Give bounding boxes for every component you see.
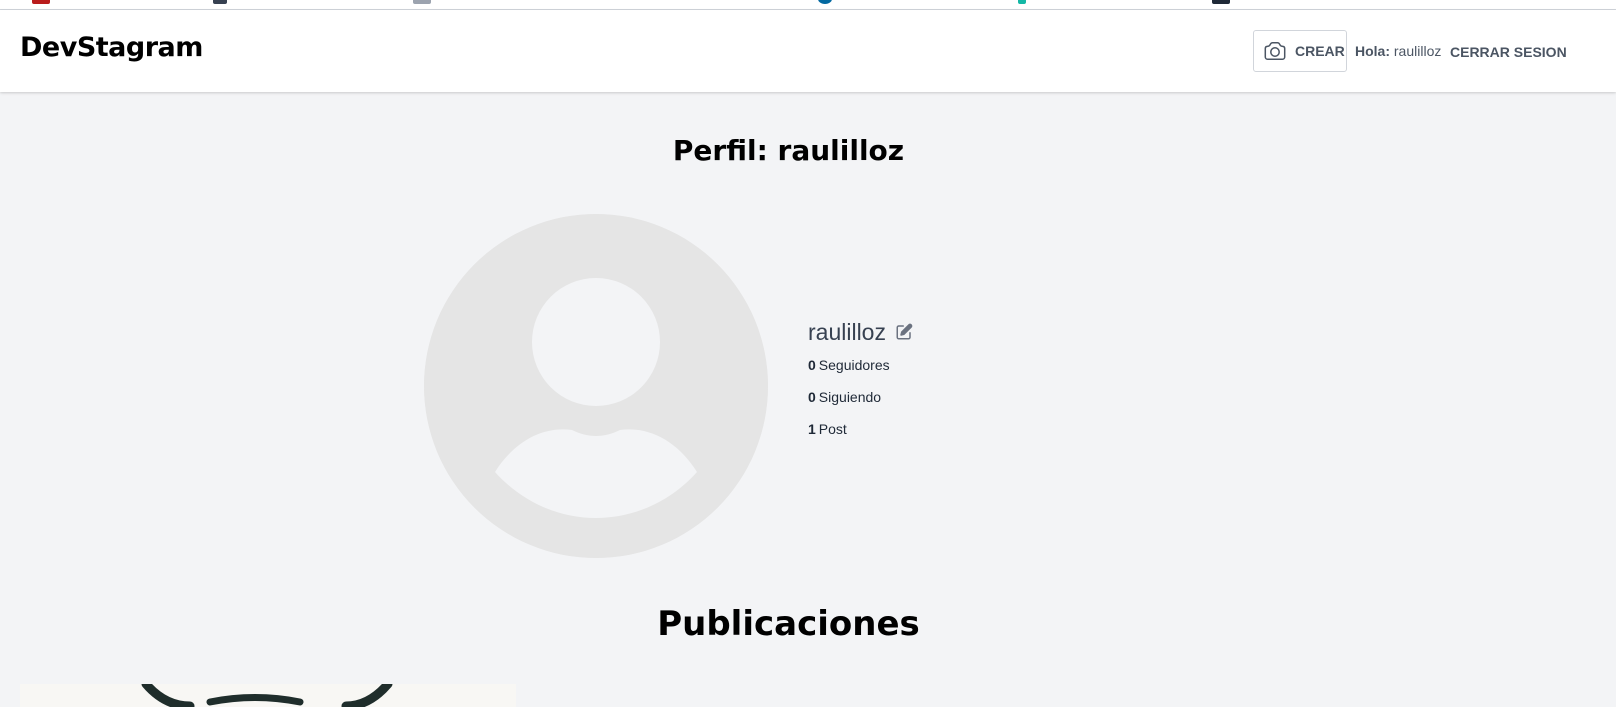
default-user-avatar-icon bbox=[424, 214, 768, 558]
user-greeting: Hola: raulilloz bbox=[1355, 43, 1441, 59]
bookmark-favicon[interactable] bbox=[1212, 0, 1230, 4]
following-number: 0 bbox=[808, 389, 816, 405]
followers-number: 0 bbox=[808, 357, 816, 373]
following-count: 0 Siguiendo bbox=[808, 381, 913, 413]
bookmark-favicon[interactable] bbox=[413, 0, 431, 4]
post-thumbnail[interactable] bbox=[20, 684, 516, 707]
post-image bbox=[141, 684, 393, 707]
browser-bookmarks-bar bbox=[0, 0, 1616, 10]
greeting-prefix: Hola: bbox=[1355, 43, 1390, 59]
create-button-label: CREAR bbox=[1295, 43, 1345, 59]
edit-icon[interactable] bbox=[895, 323, 913, 341]
bookmark-favicon[interactable] bbox=[213, 0, 227, 4]
camera-icon bbox=[1264, 41, 1286, 61]
posts-count: 1 Post bbox=[808, 413, 913, 445]
bookmark-favicon[interactable] bbox=[32, 0, 50, 4]
page-title: Perfil: raulilloz bbox=[672, 134, 905, 167]
logout-button[interactable]: CERRAR SESION bbox=[1450, 44, 1567, 60]
site-logo[interactable]: DevStagram bbox=[20, 32, 203, 63]
posts-number: 1 bbox=[808, 421, 816, 437]
avatar bbox=[424, 214, 768, 558]
profile-username: raulilloz bbox=[808, 318, 886, 345]
followers-label: Seguidores bbox=[818, 357, 890, 373]
site-header: DevStagram CREAR Hola: raulilloz CERRAR … bbox=[0, 10, 1616, 92]
posts-label: Post bbox=[818, 421, 847, 437]
profile-info: raulilloz 0 Seguidores 0 Siguiendo 1 Post bbox=[808, 316, 913, 445]
bookmark-favicon[interactable] bbox=[818, 0, 832, 4]
following-label: Siguiendo bbox=[818, 389, 882, 405]
bookmark-favicon[interactable] bbox=[1018, 0, 1026, 4]
username-row: raulilloz bbox=[808, 316, 913, 348]
posts-section-title: Publicaciones bbox=[657, 604, 920, 644]
greeting-username[interactable]: raulilloz bbox=[1394, 43, 1441, 59]
followers-count: 0 Seguidores bbox=[808, 349, 913, 381]
create-post-button[interactable]: CREAR bbox=[1253, 30, 1347, 72]
